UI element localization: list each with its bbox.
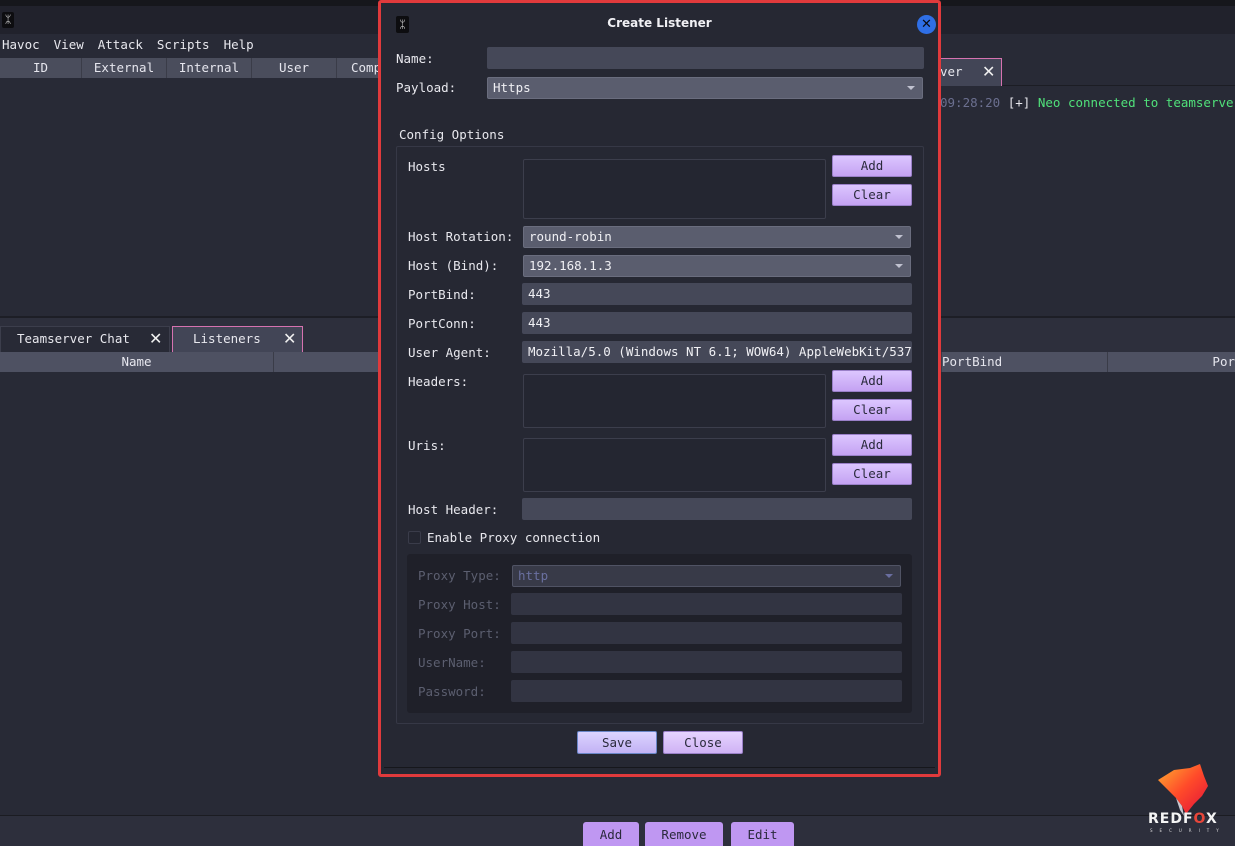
- proxy-type-select[interactable]: http: [512, 565, 901, 587]
- event-log-entry: 09:28:20 [+] Neo connected to teamserver: [940, 95, 1235, 110]
- payload-select[interactable]: Https: [487, 77, 923, 99]
- column-portconn[interactable]: Por: [1108, 352, 1235, 372]
- proxy-host-label: Proxy Host:: [418, 597, 501, 612]
- close-icon[interactable]: ✕: [149, 329, 162, 348]
- uris-add-button[interactable]: Add: [832, 434, 912, 456]
- enable-proxy-checkbox[interactable]: [408, 531, 421, 544]
- chevron-down-icon: [895, 235, 903, 239]
- headers-list[interactable]: [523, 374, 826, 428]
- host-header-label: Host Header:: [408, 502, 499, 517]
- tab-teamserver-chat[interactable]: Teamserver Chat ✕: [0, 326, 170, 352]
- column-internal[interactable]: Internal: [167, 58, 252, 78]
- log-message: Neo connected to teamserver: [1037, 95, 1235, 110]
- user-agent-input[interactable]: Mozilla/5.0 (Windows NT 6.1; WOW64) Appl…: [522, 341, 912, 363]
- brand-text-part: X: [1205, 811, 1218, 827]
- column-external[interactable]: External: [82, 58, 167, 78]
- log-marker: [+]: [1007, 95, 1031, 110]
- tab-label: Teamserver Chat: [17, 331, 130, 346]
- brand-text-part: REDF: [1148, 811, 1194, 827]
- close-icon[interactable]: ✕: [917, 15, 936, 34]
- redfox-brand-subtitle: SECURITY: [1150, 828, 1226, 833]
- dialog-titlebar[interactable]: ᛯ Create Listener ✕: [384, 6, 936, 40]
- proxy-password-input[interactable]: [511, 680, 902, 702]
- proxy-host-input[interactable]: [511, 593, 902, 615]
- menu-havoc[interactable]: Havoc: [0, 34, 48, 56]
- chevron-down-icon: [895, 264, 903, 268]
- host-rotation-value: round-robin: [529, 229, 612, 244]
- save-button[interactable]: Save: [577, 731, 657, 754]
- column-name[interactable]: Name: [0, 352, 274, 372]
- headers-label: Headers:: [408, 374, 469, 389]
- close-button[interactable]: Close: [663, 731, 743, 754]
- log-timestamp: 09:28:20: [940, 95, 1001, 110]
- host-rotation-select[interactable]: round-robin: [523, 226, 911, 248]
- menu-scripts[interactable]: Scripts: [155, 34, 218, 56]
- chevron-down-icon: [885, 574, 893, 578]
- column-user[interactable]: User: [252, 58, 337, 78]
- payload-value: Https: [493, 80, 531, 95]
- host-bind-label: Host (Bind):: [408, 258, 499, 273]
- portconn-label: PortConn:: [408, 316, 476, 331]
- hosts-add-button[interactable]: Add: [832, 155, 912, 177]
- dialog-bottom-divider: [384, 767, 935, 768]
- uris-label: Uris:: [408, 438, 446, 453]
- enable-proxy-label[interactable]: Enable Proxy connection: [427, 530, 600, 545]
- column-portbind[interactable]: PortBind: [942, 352, 1108, 372]
- proxy-username-input[interactable]: [511, 651, 902, 673]
- proxy-type-value: http: [518, 568, 549, 583]
- close-icon[interactable]: ✕: [982, 62, 995, 81]
- remove-listener-button[interactable]: Remove: [645, 822, 723, 846]
- tab-event-viewer[interactable]: ver ✕: [940, 58, 1002, 86]
- uris-clear-button[interactable]: Clear: [832, 463, 912, 485]
- name-label: Name:: [396, 51, 434, 66]
- headers-add-button[interactable]: Add: [832, 370, 912, 392]
- name-input[interactable]: [487, 47, 924, 69]
- proxy-username-label: UserName:: [418, 655, 486, 670]
- hosts-list[interactable]: [523, 159, 826, 219]
- payload-label: Payload:: [396, 80, 457, 95]
- chevron-down-icon: [907, 86, 915, 90]
- hosts-clear-button[interactable]: Clear: [832, 184, 912, 206]
- proxy-type-label: Proxy Type:: [418, 568, 501, 583]
- menu-help[interactable]: Help: [222, 34, 262, 56]
- headers-clear-button[interactable]: Clear: [832, 399, 912, 421]
- tab-label: Listeners: [193, 331, 261, 346]
- havoc-app-icon: ᛯ: [2, 12, 14, 28]
- portbind-input[interactable]: 443: [522, 283, 912, 305]
- host-bind-select[interactable]: 192.168.1.3: [523, 255, 911, 277]
- menu-attack[interactable]: Attack: [96, 34, 151, 56]
- host-header-input[interactable]: [522, 498, 912, 520]
- portbind-label: PortBind:: [408, 287, 476, 302]
- menu-view[interactable]: View: [52, 34, 92, 56]
- column-id[interactable]: ID: [0, 58, 82, 78]
- dialog-title: Create Listener: [607, 16, 712, 30]
- redfox-brand-text: REDFOX: [1148, 811, 1218, 827]
- portconn-input[interactable]: 443: [522, 312, 912, 334]
- user-agent-label: User Agent:: [408, 345, 491, 360]
- hosts-label: Hosts: [408, 159, 446, 174]
- uris-list[interactable]: [523, 438, 826, 492]
- close-icon[interactable]: ✕: [283, 329, 296, 348]
- config-options-title: Config Options: [399, 127, 505, 142]
- column-computer[interactable]: Comp: [337, 58, 381, 78]
- add-listener-button[interactable]: Add: [583, 822, 639, 846]
- edit-listener-button[interactable]: Edit: [731, 822, 794, 846]
- host-rotation-label: Host Rotation:: [408, 229, 514, 244]
- host-bind-value: 192.168.1.3: [529, 258, 612, 273]
- proxy-port-label: Proxy Port:: [418, 626, 501, 641]
- tab-listeners[interactable]: Listeners ✕: [172, 326, 303, 352]
- tab-event-viewer-label: ver: [940, 64, 963, 79]
- brand-text-o: O: [1193, 811, 1206, 827]
- proxy-password-label: Password:: [418, 684, 486, 699]
- proxy-port-input[interactable]: [511, 622, 902, 644]
- sessions-table-header: ID External Internal User Comp: [0, 58, 381, 78]
